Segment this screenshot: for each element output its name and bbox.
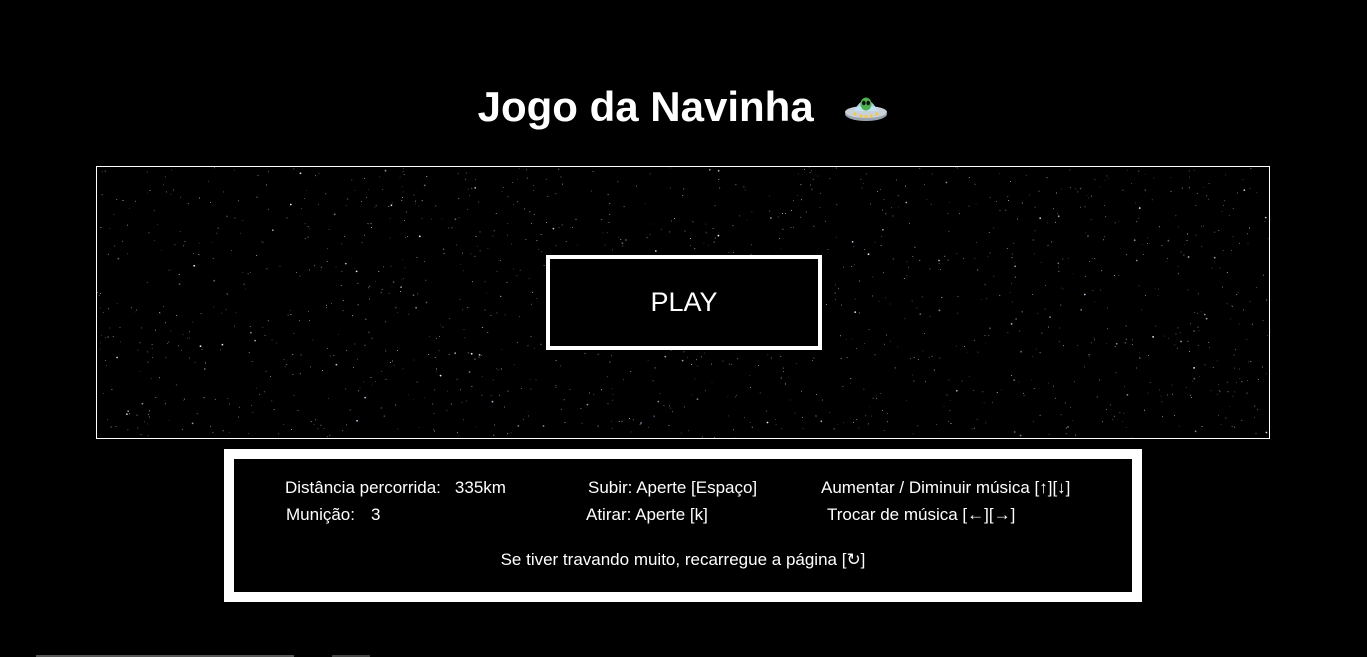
- ammo-readout: Munição: 3: [286, 505, 380, 525]
- title-text: Jogo da Navinha: [477, 83, 814, 130]
- ammo-value: 3: [370, 505, 381, 524]
- ammo-label: Munição:: [286, 505, 355, 524]
- info-panel: Distância percorrida: 335km Munição: 3 Sub…: [224, 449, 1142, 602]
- distance-label: Distância percorrida:: [285, 478, 441, 497]
- reload-hint: Se tiver travando muito, recarregue a pá…: [500, 550, 866, 569]
- page-title: Jogo da Navinha: [0, 80, 1367, 134]
- distance-readout: Distância percorrida: 335km: [285, 478, 506, 498]
- up-control-hint: Subir: Aperte [Espaço]: [588, 478, 758, 497]
- music-control-hint: Trocar de música [←][→]: [827, 505, 1016, 524]
- game-page: Jogo da Navinha PLAY Distância percorrid…: [0, 0, 1367, 657]
- play-button[interactable]: PLAY: [546, 255, 822, 350]
- game-canvas[interactable]: PLAY: [96, 166, 1270, 439]
- distance-value: 335km: [454, 478, 506, 497]
- shoot-control-hint: Atirar: Aperte [k]: [586, 505, 708, 524]
- ufo-alien-icon: [843, 86, 889, 126]
- volume-control-hint: Aumentar / Diminuir música [↑][↓]: [821, 478, 1071, 497]
